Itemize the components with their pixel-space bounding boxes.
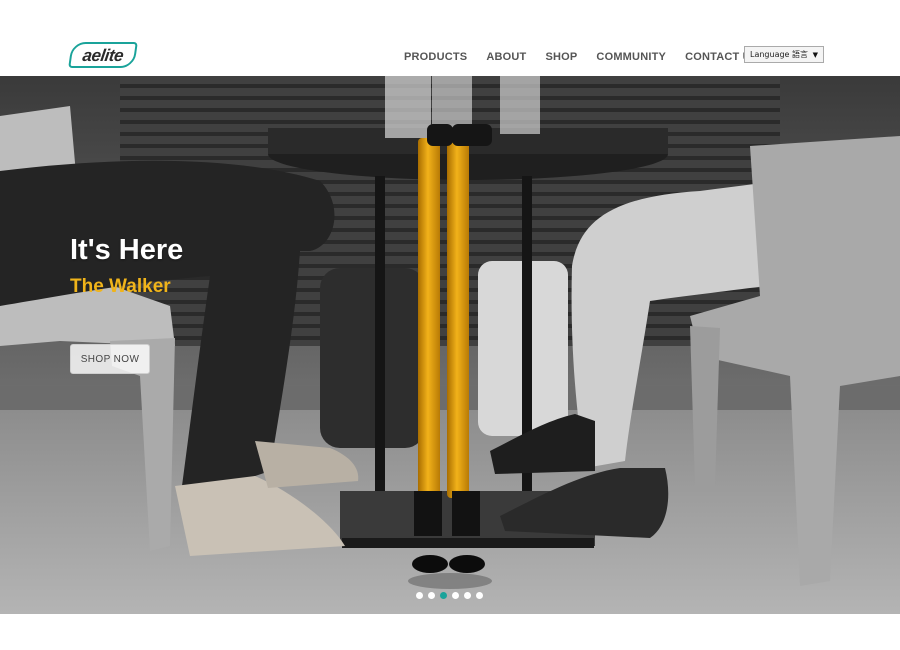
nav-community[interactable]: COMMUNITY xyxy=(596,51,666,63)
language-select[interactable]: Language 語言 ▼ xyxy=(744,46,824,63)
carousel-dots xyxy=(416,592,483,599)
nav-shop[interactable]: SHOP xyxy=(545,51,577,63)
brand-logo[interactable]: aelite xyxy=(68,42,138,68)
carousel-dot[interactable] xyxy=(428,592,435,599)
carousel-dot[interactable] xyxy=(452,592,459,599)
site-header: aelite PRODUCTS ABOUT SHOP COMMUNITY CON… xyxy=(0,0,900,76)
shop-now-button[interactable]: SHOP NOW xyxy=(70,344,150,374)
caret-down-icon: ▼ xyxy=(812,50,818,59)
carousel-dot-active[interactable] xyxy=(440,592,447,599)
hero-subtitle: The Walker xyxy=(70,276,171,297)
carousel-dot[interactable] xyxy=(416,592,423,599)
carousel-dot[interactable] xyxy=(476,592,483,599)
carousel-dot[interactable] xyxy=(464,592,471,599)
nav-about[interactable]: ABOUT xyxy=(486,51,526,63)
hero-title: It's Here xyxy=(70,234,184,266)
hero-banner: It's Here The Walker SHOP NOW xyxy=(0,76,900,614)
language-select-value: Language 語言 xyxy=(750,50,809,59)
logo-text: aelite xyxy=(81,45,125,65)
main-nav: PRODUCTS ABOUT SHOP COMMUNITY CONTACT US xyxy=(404,51,777,63)
nav-products[interactable]: PRODUCTS xyxy=(404,51,467,63)
